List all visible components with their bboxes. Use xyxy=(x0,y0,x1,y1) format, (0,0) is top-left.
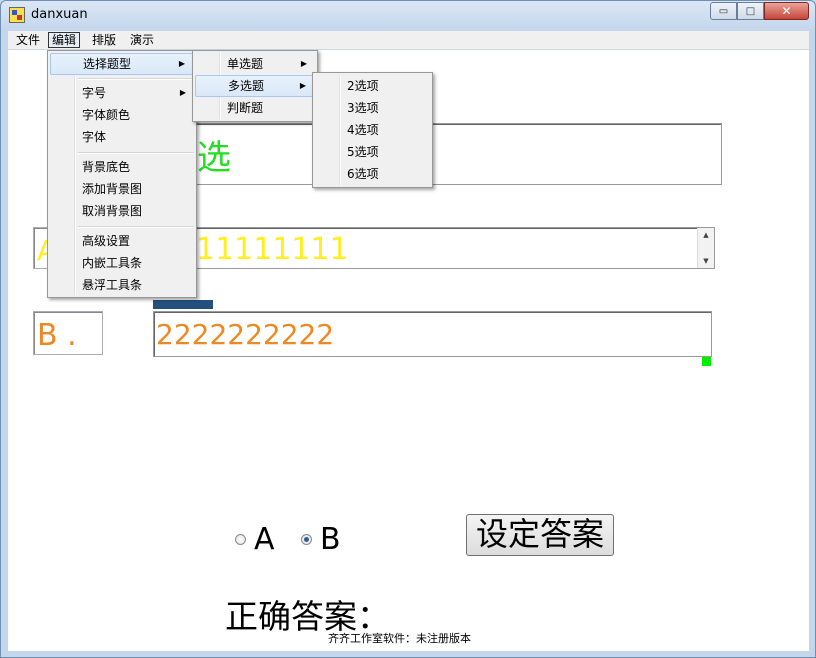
menu-item-3-options[interactable]: 3选项 xyxy=(315,97,430,119)
menu-bar: 文件 编辑 排版 演示 xyxy=(8,31,809,50)
multi-choice-submenu: 2选项 3选项 4选项 5选项 6选项 xyxy=(312,72,433,188)
radio-a-dot[interactable] xyxy=(235,534,246,545)
scroll-down-icon[interactable]: ▼ xyxy=(698,254,714,268)
menu-item-true-false[interactable]: 判断题 xyxy=(195,97,315,119)
menu-item-embedded-toolbar[interactable]: 内嵌工具条 xyxy=(50,252,194,274)
question-textbox[interactable]: 选 xyxy=(148,123,722,185)
maximize-button[interactable]: □ xyxy=(737,2,764,20)
option-b-textbox[interactable]: 2222222222 xyxy=(153,311,712,357)
menu-edit[interactable]: 编辑 xyxy=(48,32,81,48)
option-a-text: 11111111 xyxy=(196,232,349,267)
menu-item-5-options[interactable]: 5选项 xyxy=(315,141,430,163)
radio-b[interactable]: B xyxy=(301,522,341,557)
menu-layout[interactable]: 排版 xyxy=(89,32,119,48)
option-b-text: 2222222222 xyxy=(156,318,335,351)
submenu-arrow-icon: ▶ xyxy=(300,59,307,68)
menu-item-multi-choice[interactable]: 多选题 ▶ xyxy=(195,75,315,97)
radio-b-label: B xyxy=(320,522,341,557)
menu-item-4-options[interactable]: 4选项 xyxy=(315,119,430,141)
menu-item-label: 字号 xyxy=(82,86,107,100)
radio-b-dot[interactable] xyxy=(301,534,312,545)
option-a-scrollbar[interactable]: ▲ ▼ xyxy=(697,228,714,268)
menu-item-single-choice[interactable]: 单选题 ▶ xyxy=(195,53,315,75)
selection-bar[interactable] xyxy=(153,300,213,309)
menu-item-bg-color[interactable]: 背景底色 xyxy=(50,156,194,178)
menu-item-font-size[interactable]: 字号 ▶ xyxy=(50,82,194,104)
set-answer-button[interactable]: 设定答案 xyxy=(466,514,614,556)
menu-item-label: 单选题 xyxy=(227,57,264,71)
title-bar[interactable]: danxuan ▭ □ ✕ xyxy=(1,1,815,31)
app-icon[interactable] xyxy=(9,7,25,23)
question-text: 选 xyxy=(197,138,231,178)
option-b-label-box[interactable]: B . xyxy=(33,311,103,355)
option-a-textbox[interactable]: 11111111 ▲ ▼ xyxy=(152,227,715,269)
window-title: danxuan xyxy=(31,7,88,22)
menu-item-font-color[interactable]: 字体颜色 xyxy=(50,104,194,126)
menu-file[interactable]: 文件 xyxy=(13,32,43,48)
menu-item-label: 多选题 xyxy=(228,79,265,93)
question-type-submenu: 单选题 ▶ 多选题 ▶ 判断题 xyxy=(192,50,318,122)
menu-item-6-options[interactable]: 6选项 xyxy=(315,163,430,185)
minimize-icon: ▭ xyxy=(718,5,729,17)
menu-item-advanced[interactable]: 高级设置 xyxy=(50,230,194,252)
menu-item-remove-bg-image[interactable]: 取消背景图 xyxy=(50,200,194,222)
app-window: danxuan ▭ □ ✕ 文件 编辑 排版 演示 选 A 11111111 ▲… xyxy=(0,0,816,658)
resize-handle[interactable] xyxy=(702,357,711,366)
minimize-button[interactable]: ▭ xyxy=(710,2,737,20)
edit-menu: 选择题型 ▶ 字号 ▶ 字体颜色 字体 背景底色 添加背景图 取消背景图 高级设… xyxy=(47,50,197,298)
menu-item-2-options[interactable]: 2选项 xyxy=(315,75,430,97)
menu-item-question-type[interactable]: 选择题型 ▶ xyxy=(50,53,194,75)
menu-item-add-bg-image[interactable]: 添加背景图 xyxy=(50,178,194,200)
option-b-label: B . xyxy=(37,318,77,353)
radio-a[interactable]: A xyxy=(235,522,275,557)
submenu-arrow-icon: ▶ xyxy=(299,81,306,90)
menu-item-floating-toolbar[interactable]: 悬浮工具条 xyxy=(50,274,194,296)
menu-item-font[interactable]: 字体 xyxy=(50,126,194,148)
submenu-arrow-icon: ▶ xyxy=(179,88,186,97)
radio-a-label: A xyxy=(254,522,275,557)
menu-item-label: 选择题型 xyxy=(83,57,132,71)
menu-presentation[interactable]: 演示 xyxy=(127,32,157,48)
close-button[interactable]: ✕ xyxy=(764,2,809,20)
status-text: 齐齐工作室软件：未注册版本 xyxy=(328,632,471,645)
submenu-arrow-icon: ▶ xyxy=(178,59,185,68)
scroll-up-icon[interactable]: ▲ xyxy=(698,228,714,242)
maximize-icon: □ xyxy=(745,5,756,17)
close-icon: ✕ xyxy=(781,4,792,18)
